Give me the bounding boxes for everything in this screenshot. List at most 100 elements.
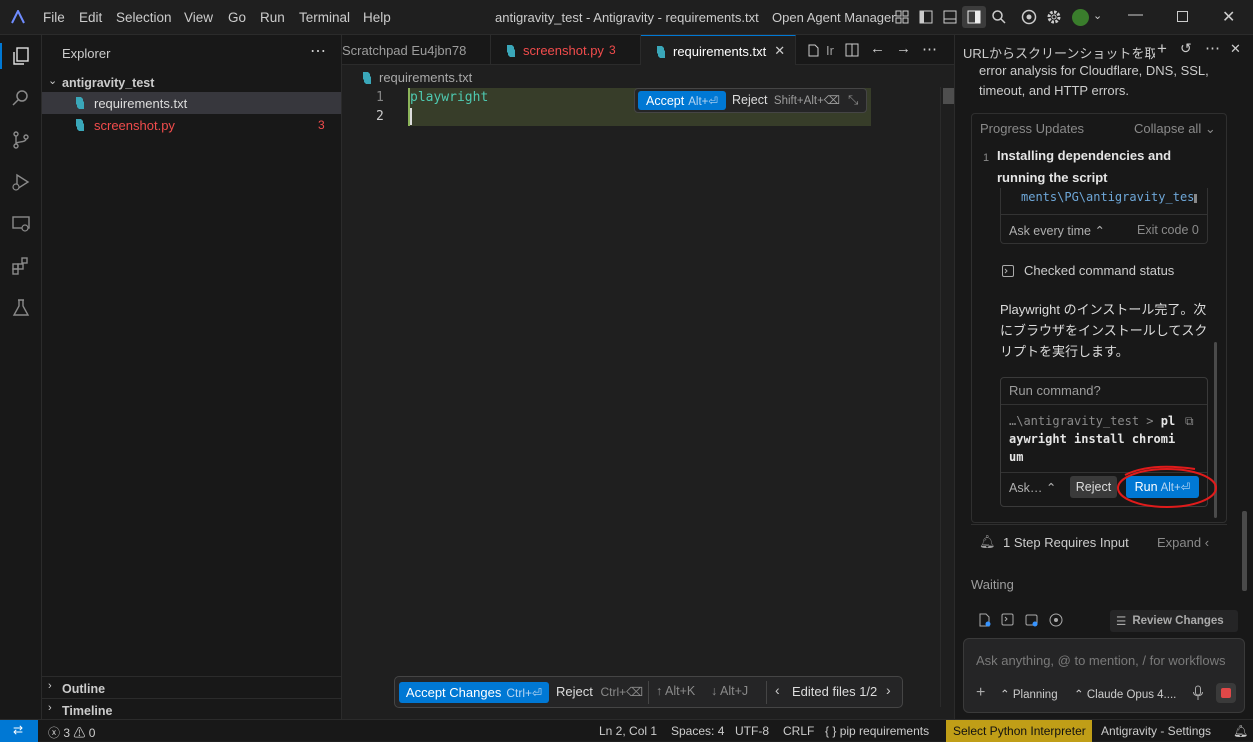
chat-input-box[interactable]: Ask anything, @ to mention, / for workfl… (963, 638, 1245, 713)
problems-indicator[interactable]: ⓧ 3 ⚠ 0 (48, 724, 95, 741)
close-icon[interactable]: ✕ (1222, 7, 1235, 27)
ask-mode-dropdown[interactable]: Ask… ⌃ (1009, 480, 1056, 495)
browser-context-icon[interactable] (1025, 613, 1039, 627)
previous-change-button[interactable]: ↑ Alt+K (656, 684, 695, 698)
file-item-screenshot[interactable]: screenshot.py 3 (42, 114, 341, 136)
minimize-icon[interactable]: — (1128, 6, 1143, 23)
accept-changes-button[interactable]: Accept Changes Ctrl+⏎ (399, 682, 549, 703)
explorer-icon[interactable] (10, 45, 32, 67)
chrome-icon[interactable] (1049, 613, 1063, 627)
toggle-panel-icon[interactable] (943, 10, 957, 24)
tab-scratchpad[interactable]: Scratchpad Eu4jbn78 (342, 35, 491, 65)
avatar[interactable] (1072, 9, 1089, 26)
forward-arrow-icon[interactable]: → (896, 40, 911, 57)
tab-screenshot[interactable]: screenshot.py 3 (491, 35, 641, 65)
line-ending[interactable]: CRLF (783, 724, 814, 738)
code-line[interactable]: playwright (410, 90, 488, 105)
collapse-icon[interactable]: ⤡ (848, 92, 858, 108)
gear-icon[interactable] (1046, 9, 1062, 25)
select-interpreter-button[interactable]: Select Python Interpreter (946, 720, 1092, 742)
source-control-icon[interactable] (10, 129, 32, 151)
run-debug-icon[interactable] (10, 171, 32, 193)
scrollbar-thumb[interactable] (943, 88, 954, 104)
chat-input-placeholder[interactable]: Ask anything, @ to mention, / for workfl… (976, 653, 1225, 668)
indentation[interactable]: Spaces: 4 (671, 724, 724, 738)
menu-help[interactable]: Help (363, 10, 391, 25)
status-bar: ⇄ ⓧ 3 ⚠ 0 Ln 2, Col 1 Spaces: 4 UTF-8 CR… (0, 719, 1253, 742)
next-change-button[interactable]: ↓ Alt+J (711, 684, 748, 698)
tab-requirements[interactable]: requirements.txt ✕ (641, 35, 796, 66)
menu-view[interactable]: View (184, 10, 213, 25)
file-context-icon[interactable] (978, 613, 992, 627)
microphone-icon[interactable] (1192, 685, 1204, 701)
layout-grid-icon[interactable] (895, 10, 909, 24)
language-mode[interactable]: { } pip requirements (825, 724, 929, 738)
panel-scrollbar[interactable] (1242, 511, 1247, 591)
search-icon[interactable] (991, 9, 1007, 25)
toggle-sidebar-icon[interactable] (919, 10, 933, 24)
menu-go[interactable]: Go (228, 10, 246, 25)
timeline-section[interactable]: › Timeline (42, 698, 341, 720)
button-label: Collapse all (1134, 121, 1202, 136)
copy-icon[interactable]: ⧉ (1185, 414, 1194, 429)
back-arrow-icon[interactable]: ← (870, 40, 885, 57)
chevron-left-icon[interactable]: ‹ (775, 682, 780, 698)
chevron-down-icon[interactable]: ⌄ (1093, 9, 1102, 22)
menu-run[interactable]: Run (260, 10, 285, 25)
step-title-line: Installing dependencies and (997, 148, 1172, 163)
plus-icon[interactable]: + (976, 684, 985, 702)
history-icon[interactable]: ↺ (1180, 40, 1192, 57)
testing-icon[interactable] (10, 297, 32, 319)
reject-changes-button[interactable]: Reject Ctrl+⌫ (556, 684, 643, 699)
more-actions-icon[interactable]: ⋯ (922, 40, 937, 58)
search-icon[interactable] (10, 87, 32, 109)
shortcut-hint: Ctrl+⌫ (600, 685, 644, 699)
encoding[interactable]: UTF-8 (735, 724, 769, 738)
breadcrumb[interactable]: requirements.txt (360, 68, 472, 86)
more-actions-icon[interactable]: ⋯ (310, 41, 326, 61)
file-item-requirements[interactable]: requirements.txt (42, 92, 341, 114)
bell-icon[interactable]: 🔔︎ (1233, 724, 1248, 738)
python-file-icon (76, 97, 84, 109)
terminal-path: ments\PG\antigravity_tes (1021, 190, 1195, 204)
close-icon[interactable]: ✕ (1230, 41, 1241, 57)
maximize-icon[interactable] (1177, 11, 1189, 23)
stop-button[interactable] (1216, 683, 1236, 703)
reject-command-button[interactable]: Reject (1070, 476, 1117, 498)
terminal-context-icon[interactable] (1001, 613, 1015, 627)
editor-scrollbar[interactable] (940, 87, 954, 707)
plus-icon[interactable]: + (1157, 39, 1167, 59)
remote-explorer-icon[interactable] (10, 213, 32, 235)
more-actions-icon[interactable]: ⋯ (1205, 39, 1220, 57)
extensions-icon[interactable] (10, 255, 32, 277)
tab-other[interactable]: Ir (796, 35, 836, 65)
agent-header: URLからスクリーンショットを取 + ↺ ⋯ ✕ (955, 35, 1253, 65)
menu-selection[interactable]: Selection (116, 10, 172, 25)
model-dropdown[interactable]: ⌃ Claude Opus 4.... (1074, 687, 1184, 701)
chevron-right-icon[interactable]: › (886, 682, 891, 698)
menu-edit[interactable]: Edit (79, 10, 102, 25)
waiting-status: Waiting (971, 577, 1014, 592)
chrome-icon[interactable] (1021, 9, 1037, 25)
inline-reject-button[interactable]: Reject Shift+Alt+⌫ (732, 93, 840, 107)
chevron-up-icon: ⌃ (1094, 224, 1105, 238)
outline-section[interactable]: › Outline (42, 676, 341, 698)
split-editor-icon[interactable] (845, 43, 859, 57)
review-changes-button[interactable]: ☰ Review Changes (1110, 610, 1238, 632)
remote-indicator-button[interactable]: ⇄ (0, 720, 38, 742)
requires-input-bar[interactable]: 🔔︎ 1 Step Requires Input Expand ‹ (971, 524, 1227, 558)
list-icon: ☰ (1116, 616, 1127, 628)
ask-every-time-dropdown[interactable]: Ask every time ⌃ (1009, 223, 1105, 238)
open-agent-manager-button[interactable]: Open Agent Manager (772, 10, 896, 25)
menu-terminal[interactable]: Terminal (299, 10, 350, 25)
mode-dropdown[interactable]: ⌃ Planning (1000, 687, 1058, 701)
toggle-agent-panel-button[interactable] (962, 6, 986, 28)
menu-file[interactable]: File (43, 10, 65, 25)
inline-accept-button[interactable]: Accept Alt+⏎ (638, 91, 726, 110)
cursor-position[interactable]: Ln 2, Col 1 (599, 724, 657, 738)
settings-link[interactable]: Antigravity - Settings (1101, 724, 1211, 738)
expand-button[interactable]: Expand ‹ (1157, 535, 1209, 550)
close-tab-icon[interactable]: ✕ (774, 43, 785, 59)
folder-row[interactable]: ⌄ antigravity_test (42, 72, 341, 94)
collapse-all-button[interactable]: Collapse all ⌄ (1134, 121, 1216, 137)
